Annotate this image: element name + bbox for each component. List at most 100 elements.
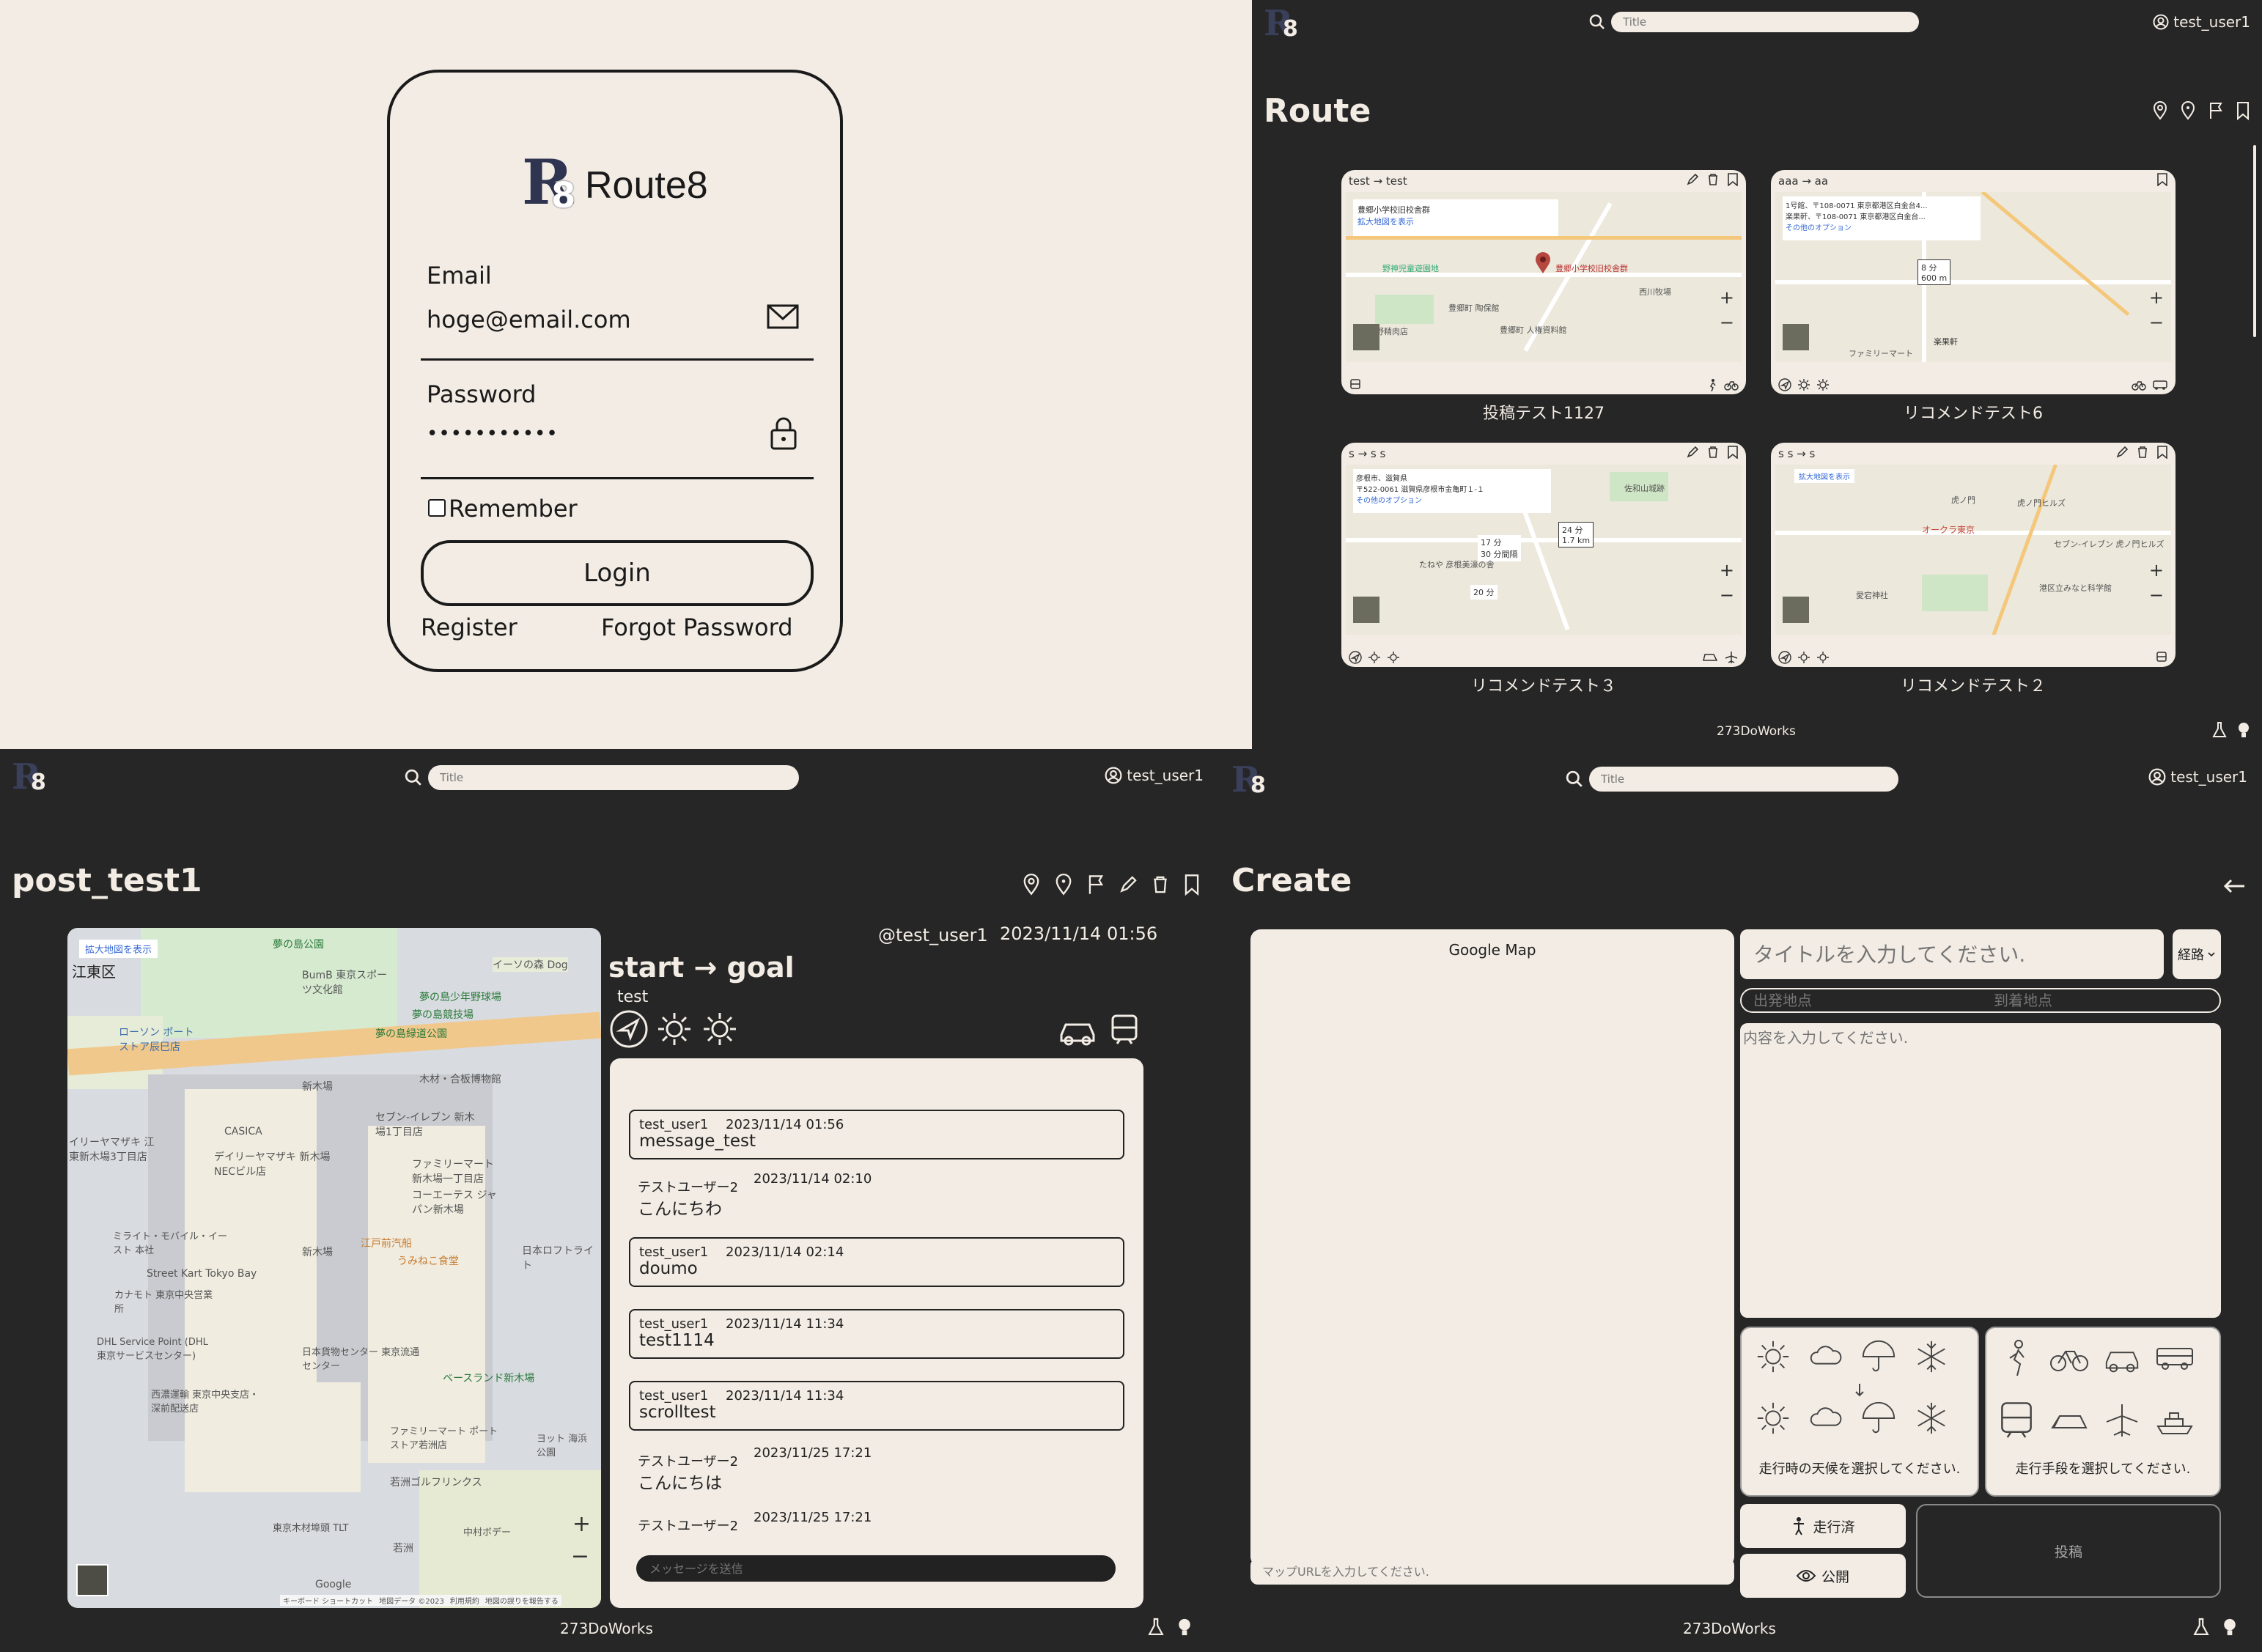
edit-icon[interactable] bbox=[1686, 446, 1699, 459]
map-thumbnail[interactable] bbox=[1783, 597, 1809, 623]
start-input[interactable] bbox=[1743, 991, 1978, 1010]
card-title[interactable]: リコメンドテスト２ bbox=[1771, 673, 2176, 696]
zoom-in-button[interactable]: + bbox=[2149, 560, 2164, 580]
sun-icon[interactable] bbox=[1755, 1338, 1791, 1375]
location-icon[interactable] bbox=[2180, 101, 2196, 120]
post-map[interactable]: 拡大地図を表示 江東区 夢の島公園 BumB 東京スポーツ文化館 夢の島競技場 … bbox=[67, 928, 601, 1608]
shinkansen-icon[interactable] bbox=[2049, 1401, 2089, 1441]
card-map[interactable]: s → s s 彦根市、滋賀県 〒522-0061 滋賀県彦根市金亀町１-１ そ… bbox=[1341, 443, 1746, 667]
zoom-out-button[interactable]: − bbox=[1720, 312, 1734, 333]
bookmark-icon[interactable] bbox=[1727, 173, 1739, 186]
cloud-icon[interactable] bbox=[1808, 1400, 1844, 1437]
cloud-icon[interactable] bbox=[1808, 1338, 1844, 1375]
walk-icon[interactable] bbox=[1997, 1338, 2036, 1378]
map-thumbnail[interactable] bbox=[1783, 324, 1809, 350]
kind-select[interactable]: 経路 bbox=[2173, 929, 2221, 979]
flask-icon[interactable] bbox=[2212, 721, 2227, 739]
pin-icon[interactable] bbox=[1022, 874, 1041, 896]
map-view[interactable]: 彦根市、滋賀県 〒522-0061 滋賀県彦根市金亀町１-１ その他のオプション… bbox=[1346, 465, 1742, 635]
edit-icon[interactable] bbox=[1686, 173, 1699, 186]
search-input[interactable] bbox=[1611, 12, 1919, 32]
message-input[interactable] bbox=[636, 1555, 1116, 1582]
map-thumbnail[interactable] bbox=[76, 1564, 108, 1596]
flask-icon[interactable] bbox=[2193, 1617, 2209, 1637]
card-map[interactable]: aaa → aa 1号館、〒108-0071 東京都港区白金台4... 楽果軒、… bbox=[1771, 170, 2176, 394]
header-logo[interactable]: R8 bbox=[1264, 3, 1298, 44]
route-card[interactable]: aaa → aa 1号館、〒108-0071 東京都港区白金台4... 楽果軒、… bbox=[1771, 170, 2176, 425]
zoom-in-button[interactable]: + bbox=[2149, 287, 2164, 308]
zoom-in-button[interactable]: + bbox=[572, 1511, 591, 1537]
bookmark-icon[interactable] bbox=[2156, 446, 2168, 459]
zoom-out-button[interactable]: − bbox=[2149, 585, 2164, 605]
back-arrow-icon[interactable] bbox=[2222, 878, 2246, 894]
bicycle-icon[interactable] bbox=[2049, 1338, 2089, 1378]
title-input[interactable] bbox=[1740, 929, 2164, 979]
expand-map-link[interactable]: 拡大地図を表示 bbox=[79, 940, 158, 958]
password-field[interactable]: ••••••••••• bbox=[427, 423, 559, 445]
snowflake-icon[interactable] bbox=[1913, 1400, 1950, 1437]
airplane-icon[interactable] bbox=[2102, 1401, 2142, 1441]
zoom-out-button[interactable]: − bbox=[571, 1544, 589, 1569]
public-toggle-button[interactable]: 公開 bbox=[1740, 1554, 1906, 1598]
zoom-in-button[interactable]: + bbox=[1720, 287, 1734, 308]
bookmark-icon[interactable] bbox=[2236, 101, 2250, 120]
remember-checkbox[interactable] bbox=[428, 499, 446, 517]
map-thumbnail[interactable] bbox=[1353, 324, 1379, 350]
bookmark-icon[interactable] bbox=[1183, 874, 1201, 896]
bookmark-icon[interactable] bbox=[1727, 446, 1739, 459]
map-thumbnail[interactable] bbox=[1353, 597, 1379, 623]
header-user[interactable]: test_user1 bbox=[2153, 13, 2250, 31]
trash-icon[interactable] bbox=[2136, 446, 2149, 459]
trash-icon[interactable] bbox=[1706, 173, 1720, 186]
goal-input[interactable] bbox=[1983, 991, 2218, 1010]
submit-button[interactable]: 投稿 bbox=[1916, 1504, 2221, 1598]
bookmark-icon[interactable] bbox=[2156, 173, 2168, 186]
trash-icon[interactable] bbox=[1151, 874, 1170, 896]
bus-icon[interactable] bbox=[2155, 1338, 2195, 1378]
flag-icon[interactable] bbox=[2208, 101, 2224, 120]
done-toggle-button[interactable]: 走行済 bbox=[1740, 1504, 1906, 1548]
card-title[interactable]: 投稿テスト1127 bbox=[1341, 400, 1746, 424]
zoom-in-button[interactable]: + bbox=[1720, 560, 1734, 580]
edit-icon[interactable] bbox=[1119, 874, 1138, 896]
flag-icon[interactable] bbox=[1086, 874, 1105, 896]
umbrella-icon[interactable] bbox=[1860, 1338, 1897, 1375]
lightbulb-icon[interactable] bbox=[1177, 1617, 1192, 1637]
scrollbar[interactable] bbox=[2253, 145, 2256, 337]
header-user[interactable]: test_user1 bbox=[1105, 767, 1204, 784]
header-user[interactable]: test_user1 bbox=[2148, 768, 2247, 786]
register-link[interactable]: Register bbox=[421, 613, 517, 641]
card-map[interactable]: s s → s 拡大地図を表示 虎ノ門ヒルズ オークラ東京 セブン-イレブン 虎… bbox=[1771, 443, 2176, 667]
email-field[interactable]: hoge@email.com bbox=[427, 306, 631, 333]
zoom-out-button[interactable]: − bbox=[1720, 585, 1734, 605]
lightbulb-icon[interactable] bbox=[2237, 721, 2250, 739]
edit-icon[interactable] bbox=[2115, 446, 2129, 459]
map-view[interactable]: 1号館、〒108-0071 東京都港区白金台4... 楽果軒、〒108-0071… bbox=[1775, 192, 2171, 362]
expand-map-link[interactable]: 拡大地図を表示 bbox=[1794, 469, 1854, 483]
login-button[interactable]: Login bbox=[421, 540, 814, 606]
zoom-out-button[interactable]: − bbox=[2149, 312, 2164, 333]
umbrella-icon[interactable] bbox=[1860, 1400, 1897, 1437]
card-title[interactable]: リコメンドテスト３ bbox=[1341, 673, 1746, 696]
search-input[interactable] bbox=[428, 765, 799, 790]
car-icon[interactable] bbox=[2102, 1338, 2142, 1378]
card-map[interactable]: test → test 豊郷小学校旧校舎群 拡大地図を表示 野神児童遊園地 豊郷… bbox=[1341, 170, 1746, 394]
content-textarea[interactable] bbox=[1740, 1023, 2221, 1318]
ship-icon[interactable] bbox=[2155, 1401, 2195, 1441]
map-url-input[interactable] bbox=[1250, 1558, 1734, 1585]
lightbulb-icon[interactable] bbox=[2222, 1617, 2237, 1637]
search-input[interactable] bbox=[1589, 767, 1898, 792]
header-logo[interactable]: R8 bbox=[1231, 759, 1266, 800]
card-title[interactable]: リコメンドテスト6 bbox=[1771, 400, 2176, 424]
trash-icon[interactable] bbox=[1706, 446, 1720, 459]
pin-icon[interactable] bbox=[2152, 101, 2168, 120]
location-icon[interactable] bbox=[1054, 874, 1073, 896]
sun-icon[interactable] bbox=[1755, 1400, 1791, 1437]
map-panel[interactable]: Google Map bbox=[1250, 929, 1734, 1567]
post-author[interactable]: @test_user1 bbox=[878, 925, 988, 945]
header-logo[interactable]: R8 bbox=[12, 756, 46, 797]
route-card[interactable]: s → s s 彦根市、滋賀県 〒522-0061 滋賀県彦根市金亀町１-１ そ… bbox=[1341, 443, 1746, 698]
forgot-password-link[interactable]: Forgot Password bbox=[601, 613, 793, 641]
map-view[interactable]: 拡大地図を表示 虎ノ門ヒルズ オークラ東京 セブン-イレブン 虎ノ門ヒルズ 港区… bbox=[1775, 465, 2171, 635]
map-view[interactable]: 豊郷小学校旧校舎群 拡大地図を表示 野神児童遊園地 豊郷町 陶保館 豊郷町 人権… bbox=[1346, 192, 1742, 362]
